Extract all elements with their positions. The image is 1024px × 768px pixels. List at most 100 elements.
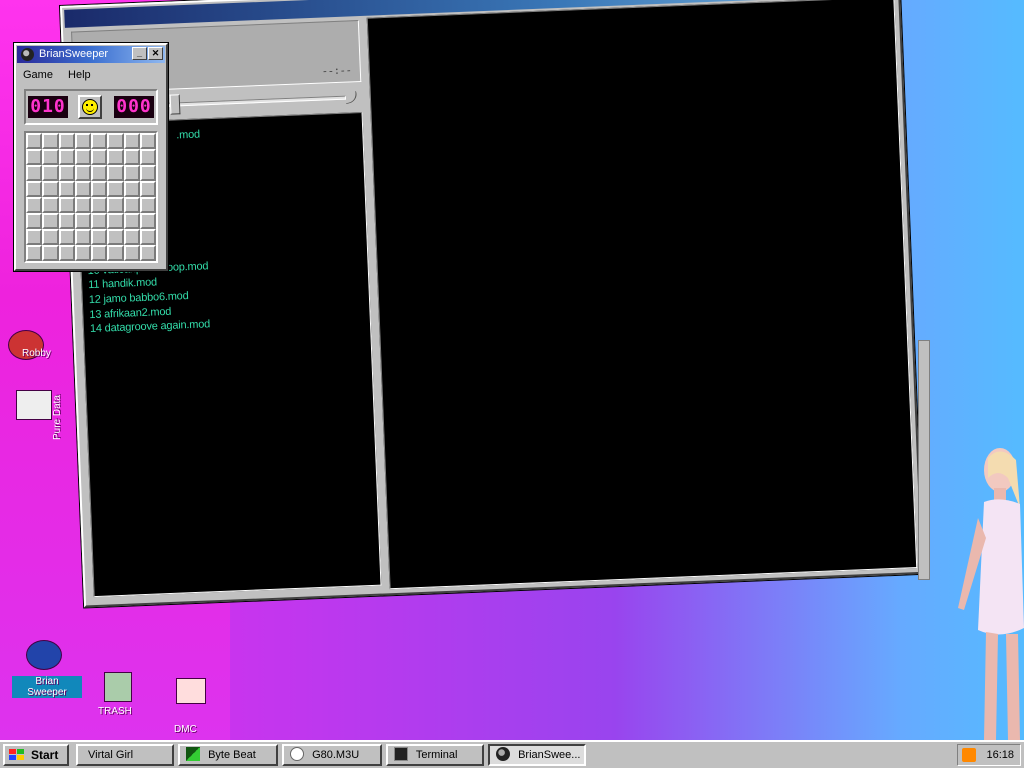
mine-cell[interactable] <box>58 181 75 197</box>
mine-cell[interactable] <box>74 197 91 213</box>
rss-icon[interactable] <box>962 748 976 762</box>
mine-cell[interactable] <box>74 165 91 181</box>
mine-cell[interactable] <box>139 229 156 245</box>
virtual-girl-figure[interactable] <box>928 448 1024 740</box>
mine-cell[interactable] <box>107 197 124 213</box>
mine-cell[interactable] <box>74 133 91 149</box>
mine-cell[interactable] <box>42 149 59 165</box>
banana-icon <box>346 91 357 104</box>
mine-cell[interactable] <box>58 213 75 229</box>
mine-cell[interactable] <box>123 245 140 261</box>
menu-game[interactable]: Game <box>17 67 59 83</box>
mine-cell[interactable] <box>91 181 108 197</box>
mine-cell[interactable] <box>123 213 140 229</box>
mine-cell[interactable] <box>139 197 156 213</box>
mine-cell[interactable] <box>58 197 75 213</box>
mine-cell[interactable] <box>42 133 59 149</box>
mine-cell[interactable] <box>74 245 91 261</box>
mine-cell[interactable] <box>58 165 75 181</box>
start-label: Start <box>31 748 59 762</box>
mine-cell[interactable] <box>42 165 59 181</box>
mine-cell[interactable] <box>74 149 91 165</box>
mine-cell[interactable] <box>74 213 91 229</box>
new-game-button[interactable] <box>78 95 102 119</box>
dmc-icon[interactable] <box>176 678 206 704</box>
taskbar-item-g80-m3u[interactable]: G80.M3U <box>282 744 382 766</box>
mine-cell[interactable] <box>26 245 43 261</box>
mine-cell[interactable] <box>58 133 75 149</box>
trash-icon[interactable] <box>104 672 132 702</box>
taskbar-item-briansweeper[interactable]: BrianSwee... <box>488 744 586 766</box>
desktop-label-trash[interactable]: TRASH <box>98 706 132 717</box>
mine-cell[interactable] <box>139 133 156 149</box>
system-tray: 16:18 <box>957 744 1021 766</box>
mine-cell[interactable] <box>91 133 108 149</box>
mine-cell[interactable] <box>74 181 91 197</box>
mine-cell[interactable] <box>107 181 124 197</box>
start-button[interactable]: Start <box>3 744 69 766</box>
mine-cell[interactable] <box>58 229 75 245</box>
mine-cell[interactable] <box>42 197 59 213</box>
taskbar-item-terminal[interactable]: Terminal <box>386 744 484 766</box>
mine-cell[interactable] <box>42 229 59 245</box>
desktop-label-pure-data[interactable]: Pure Data <box>52 380 63 440</box>
mine-cell[interactable] <box>123 149 140 165</box>
task-label: Byte Beat <box>208 749 256 761</box>
briansweeper-titlebar[interactable]: BrianSweeper _ ✕ <box>17 46 165 63</box>
mine-cell[interactable] <box>42 245 59 261</box>
brian-sweeper-desktop-icon[interactable] <box>26 640 62 670</box>
media-file-icon <box>290 747 304 761</box>
mine-cell[interactable] <box>42 181 59 197</box>
media-player-window: ? _ □ ✕ --:-- .mod 08 ruckuptmod 09 jull… <box>60 0 924 608</box>
mine-cell[interactable] <box>123 197 140 213</box>
mine-cell[interactable] <box>91 245 108 261</box>
mine-cell[interactable] <box>26 133 43 149</box>
desktop-label-brian-sweeper[interactable]: Brian Sweeper <box>12 676 82 698</box>
video-display-area[interactable] <box>366 0 918 590</box>
mine-cell[interactable] <box>139 181 156 197</box>
mine-cell[interactable] <box>26 181 43 197</box>
close-button[interactable]: ✕ <box>148 47 163 60</box>
desktop-label-dmc[interactable]: DMC <box>174 724 197 735</box>
mine-cell[interactable] <box>139 149 156 165</box>
clock[interactable]: 16:18 <box>986 745 1014 765</box>
pure-data-icon[interactable] <box>16 390 52 420</box>
task-label: BrianSwee... <box>518 749 581 761</box>
mine-cell[interactable] <box>91 229 108 245</box>
mine-cell[interactable] <box>26 149 43 165</box>
mine-cell[interactable] <box>107 213 124 229</box>
mine-cell[interactable] <box>26 213 43 229</box>
mine-cell[interactable] <box>123 181 140 197</box>
mine-cell[interactable] <box>58 245 75 261</box>
mine-cell[interactable] <box>91 149 108 165</box>
taskbar-item-virtal-girl[interactable]: Virtal Girl <box>76 744 174 766</box>
mine-cell[interactable] <box>139 245 156 261</box>
mine-cell[interactable] <box>26 229 43 245</box>
mines-counter: 010 <box>28 96 68 118</box>
mine-cell[interactable] <box>26 165 43 181</box>
mine-cell[interactable] <box>91 213 108 229</box>
mine-cell[interactable] <box>123 229 140 245</box>
window-title: BrianSweeper <box>39 48 109 60</box>
mine-cell[interactable] <box>91 197 108 213</box>
mine-cell[interactable] <box>107 149 124 165</box>
mine-cell[interactable] <box>74 229 91 245</box>
mine-cell[interactable] <box>123 165 140 181</box>
mine-cell[interactable] <box>107 245 124 261</box>
mine-cell[interactable] <box>107 165 124 181</box>
mine-cell[interactable] <box>139 213 156 229</box>
mine-cell[interactable] <box>107 229 124 245</box>
mine-cell[interactable] <box>58 149 75 165</box>
mine-cell[interactable] <box>91 165 108 181</box>
mine-cell[interactable] <box>139 165 156 181</box>
desktop-label-robby[interactable]: Robby <box>22 348 51 359</box>
volume-slider-thumb[interactable] <box>169 94 181 115</box>
mine-cell[interactable] <box>123 133 140 149</box>
mine-cell[interactable] <box>26 197 43 213</box>
menu-help[interactable]: Help <box>62 67 97 83</box>
minimize-button[interactable]: _ <box>132 47 147 60</box>
byte-beat-icon <box>186 747 200 761</box>
mine-cell[interactable] <box>42 213 59 229</box>
taskbar-item-byte-beat[interactable]: Byte Beat <box>178 744 278 766</box>
mine-cell[interactable] <box>107 133 124 149</box>
